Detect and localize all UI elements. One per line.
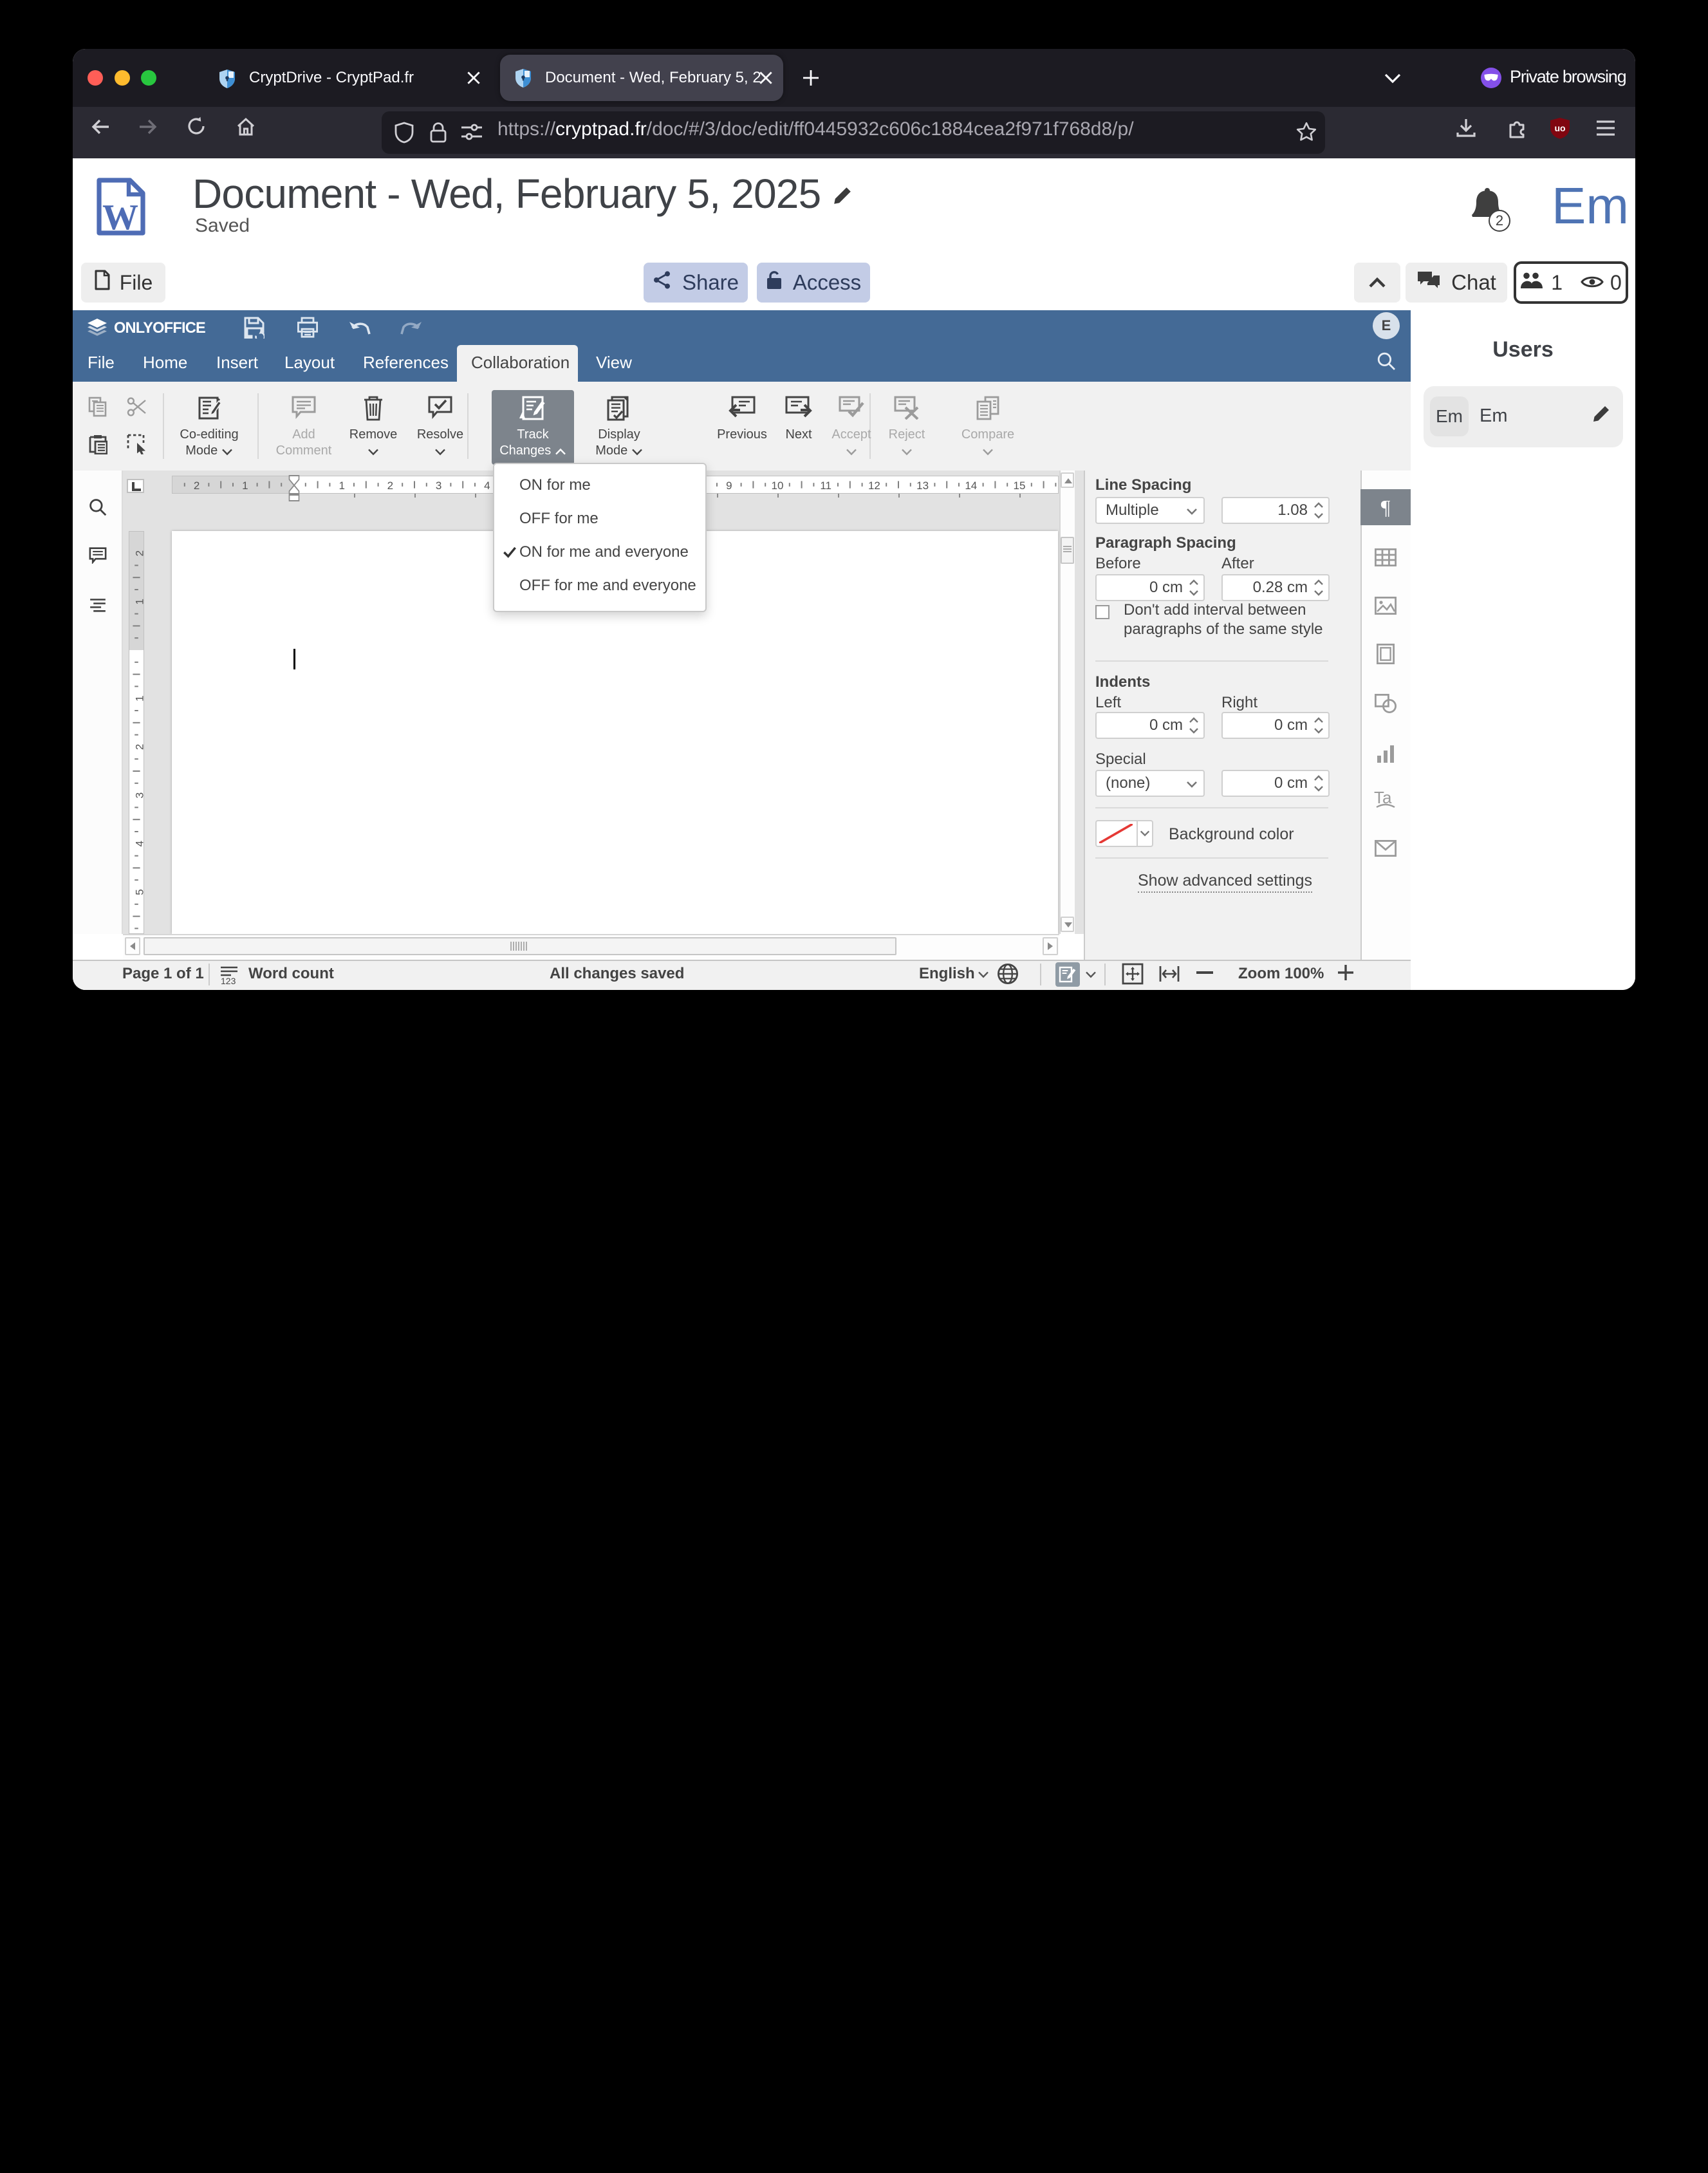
svg-text:13: 13: [916, 480, 929, 492]
svg-text:3: 3: [133, 792, 144, 798]
svg-text:4: 4: [484, 480, 490, 492]
svg-text:4: 4: [133, 841, 144, 846]
svg-text:2: 2: [133, 744, 144, 750]
svg-text:9: 9: [726, 480, 732, 492]
svg-text:14: 14: [965, 480, 977, 492]
svg-text:3: 3: [436, 480, 441, 492]
svg-text:11: 11: [820, 480, 831, 492]
svg-text:1: 1: [242, 480, 248, 492]
svg-text:12: 12: [868, 480, 880, 492]
svg-text:15: 15: [1014, 480, 1026, 492]
svg-text:1: 1: [133, 599, 144, 604]
svg-text:W: W: [102, 198, 138, 236]
svg-text:10: 10: [772, 480, 784, 492]
svg-text:uo: uo: [1554, 123, 1565, 133]
svg-text:2: 2: [387, 480, 393, 492]
svg-text:5: 5: [133, 889, 144, 895]
svg-text:123: 123: [221, 976, 236, 984]
svg-text:1: 1: [133, 695, 144, 701]
svg-text:1: 1: [339, 480, 344, 492]
svg-text:2: 2: [133, 550, 144, 556]
svg-text:2: 2: [194, 480, 200, 492]
